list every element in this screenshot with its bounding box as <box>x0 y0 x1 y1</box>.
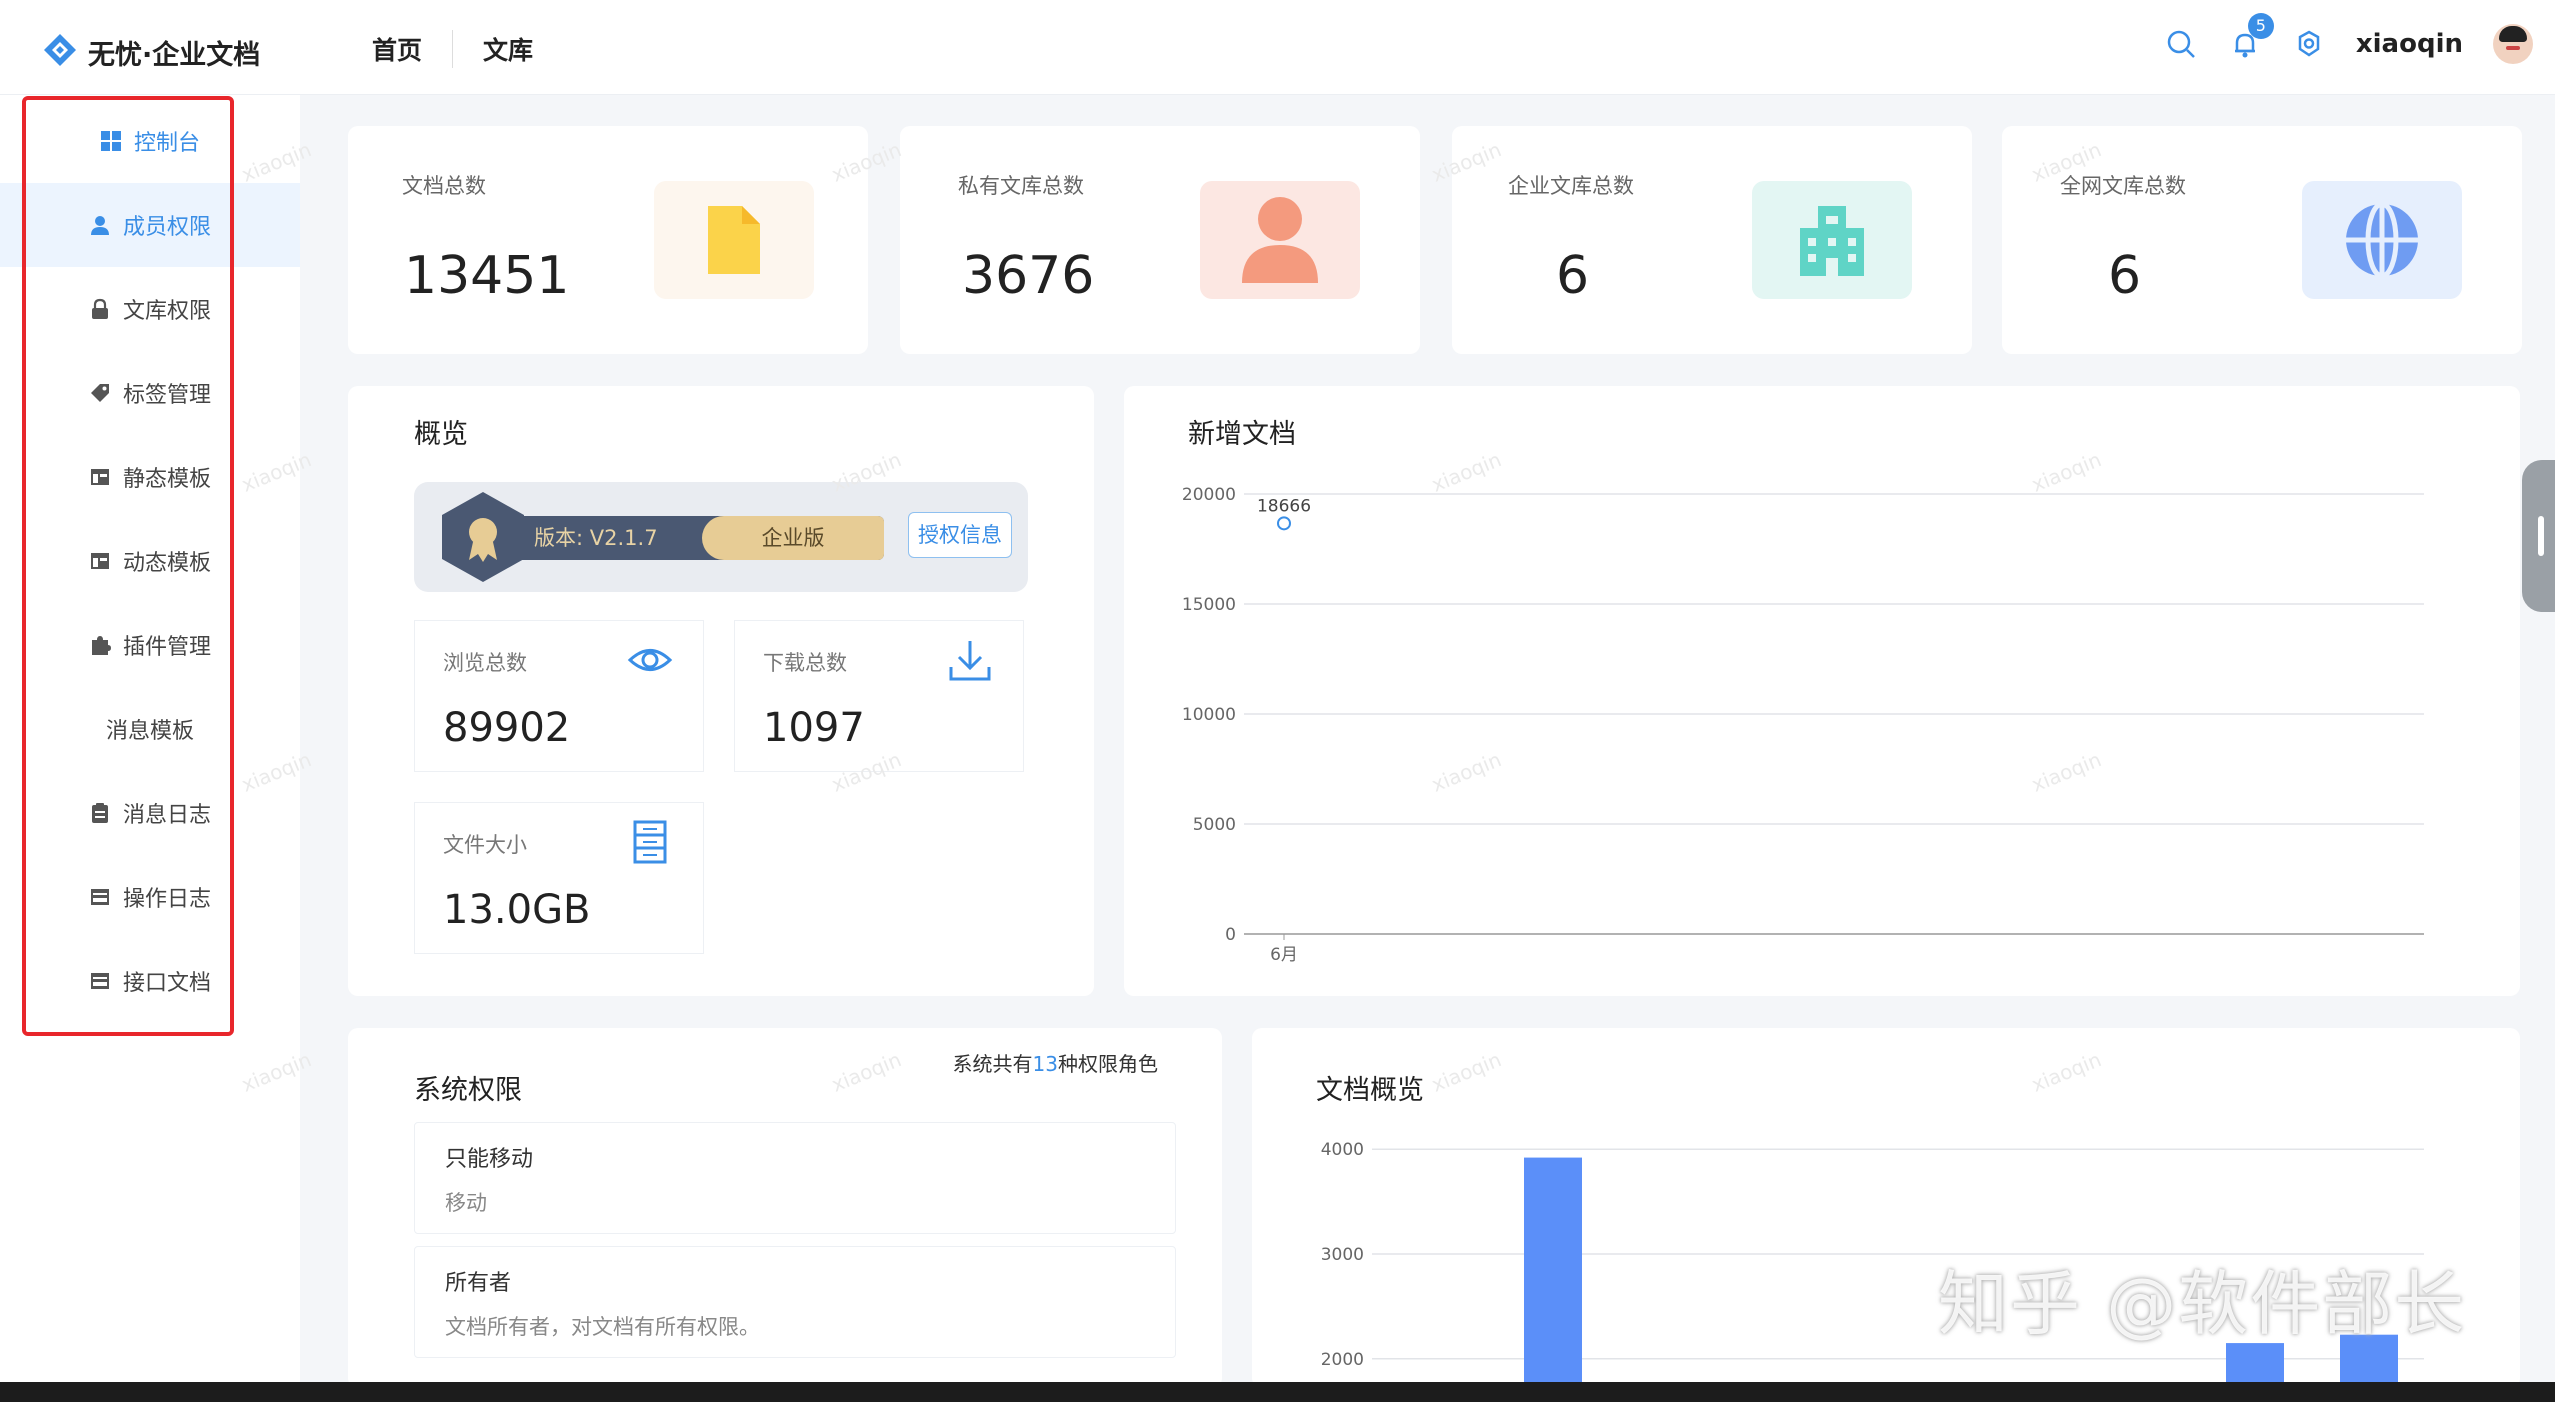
zhihu-overlay: 知乎 @软件部长 <box>1938 1263 2467 1345</box>
gear-icon <box>2298 30 2320 57</box>
nav-divider <box>452 30 454 68</box>
eye-icon <box>627 649 673 671</box>
y-tick-label: 15000 <box>1182 595 1236 615</box>
permission-item[interactable]: 所有者 文档所有者，对文档有所有权限。 <box>414 1246 1176 1358</box>
person-icon <box>1242 197 1318 283</box>
y-tick-label: 10000 <box>1182 705 1236 725</box>
download-icon <box>949 641 991 681</box>
sidebar-highlight-frame <box>22 96 234 1036</box>
stat-card-documents: 文档总数 13451 <box>348 126 868 354</box>
stat-label: 全网文库总数 <box>2060 174 2186 198</box>
license-info-button[interactable]: 授权信息 <box>908 512 1012 558</box>
permissions-title: 系统权限 <box>414 1075 522 1106</box>
y-tick-label: 3000 <box>1321 1245 1364 1265</box>
stat-card-enterprise-libraries: 企业文库总数 6 <box>1452 126 1972 354</box>
award-icon <box>442 492 524 582</box>
metric-file-size: 文件大小 13.0GB <box>414 802 704 954</box>
username[interactable]: xiaoqin <box>2356 29 2463 59</box>
y-tick-label: 2000 <box>1321 1350 1364 1370</box>
data-label: 18666 <box>1257 496 1311 516</box>
summary-count: 13 <box>1032 1052 1058 1076</box>
permission-name: 所有者 <box>445 1271 512 1296</box>
permissions-card: 系统权限 系统共有13种权限角色 只能移动 移动 所有者 文档所有者，对文档有所… <box>348 1028 1222 1388</box>
data-point <box>1277 516 1291 531</box>
new-docs-card: 新增文档 0 5000 10000 15000 20000 6月 18666 <box>1124 386 2520 996</box>
file-icon <box>708 206 760 274</box>
stat-icon-box <box>654 181 814 299</box>
metric-value: 89902 <box>443 705 571 751</box>
edition-label: 企业版 <box>702 516 884 560</box>
globe-icon <box>2346 201 2418 279</box>
stat-value: 6 <box>2108 246 2142 306</box>
x-tick-label: 6月 <box>1270 945 1298 965</box>
stat-value: 3676 <box>962 246 1095 306</box>
search-icon <box>2167 30 2195 58</box>
permission-item[interactable]: 只能移动 移动 <box>414 1122 1176 1234</box>
version-bar: 版本: V2.1.7 企业版 授权信息 <box>414 482 1028 592</box>
y-tick-label: 4000 <box>1321 1140 1364 1160</box>
stat-card-private-libraries: 私有文库总数 3676 <box>900 126 1420 354</box>
stat-icon-box <box>2302 181 2462 299</box>
stat-label: 文档总数 <box>402 174 486 198</box>
new-docs-chart: 0 5000 10000 15000 20000 6月 18666 <box>1182 485 2424 965</box>
notification-badge: 5 <box>2247 13 2274 39</box>
nav-home[interactable]: 首页 <box>372 31 422 67</box>
version-label: 版本: V2.1.7 <box>534 526 658 550</box>
stat-label: 企业文库总数 <box>1508 174 1634 198</box>
y-tick-label: 0 <box>1225 925 1236 945</box>
summary-suffix: 种权限角色 <box>1058 1052 1158 1076</box>
y-tick-label: 20000 <box>1182 485 1236 505</box>
scroll-handle[interactable] <box>2522 460 2555 612</box>
metric-value: 13.0GB <box>443 887 591 933</box>
permission-desc: 移动 <box>445 1191 487 1215</box>
summary-prefix: 系统共有 <box>952 1052 1033 1076</box>
avatar[interactable] <box>2493 24 2533 64</box>
permission-desc: 文档所有者，对文档有所有权限。 <box>445 1315 760 1339</box>
metric-downloads: 下载总数 1097 <box>734 620 1024 772</box>
header-actions: 5 xiaoqin <box>2164 13 2533 64</box>
settings-button[interactable] <box>2292 27 2326 61</box>
metric-label: 浏览总数 <box>443 651 527 675</box>
logo-text: 无忧·企业文档 <box>88 39 261 71</box>
y-tick-label: 5000 <box>1193 815 1236 835</box>
stat-card-all-libraries: 全网文库总数 6 <box>2002 126 2522 354</box>
stat-label: 私有文库总数 <box>958 174 1084 198</box>
logo[interactable]: 无忧·企业文档 <box>40 32 260 72</box>
notification-button[interactable]: 5 <box>2228 13 2274 61</box>
metric-label: 文件大小 <box>443 833 527 857</box>
overview-card: 概览 版本: V2.1.7 企业版 授权信息 浏览总数 89902 下载总数 1… <box>348 386 1094 996</box>
permission-name: 只能移动 <box>445 1147 534 1172</box>
nav-library[interactable]: 文库 <box>483 31 533 67</box>
metric-label: 下载总数 <box>763 651 847 675</box>
metric-views: 浏览总数 89902 <box>414 620 704 772</box>
metric-value: 1097 <box>763 705 865 751</box>
stat-icon-box <box>1752 181 1912 299</box>
stat-value: 13451 <box>404 246 570 306</box>
permissions-summary: 系统共有13种权限角色 <box>953 1048 1158 1077</box>
search-button[interactable] <box>2164 27 2198 61</box>
bar <box>1524 1157 1582 1388</box>
building-icon <box>1800 206 1864 276</box>
logo-icon <box>44 34 76 66</box>
storage-icon <box>633 820 667 864</box>
top-nav: 首页 文库 <box>372 30 533 68</box>
top-bar: 无忧·企业文档 首页 文库 5 xiaoqin <box>0 0 2555 95</box>
stat-value: 6 <box>1556 246 1590 306</box>
stat-icon-box <box>1200 181 1360 299</box>
os-taskbar <box>0 1382 2555 1402</box>
overview-title: 概览 <box>414 419 468 450</box>
